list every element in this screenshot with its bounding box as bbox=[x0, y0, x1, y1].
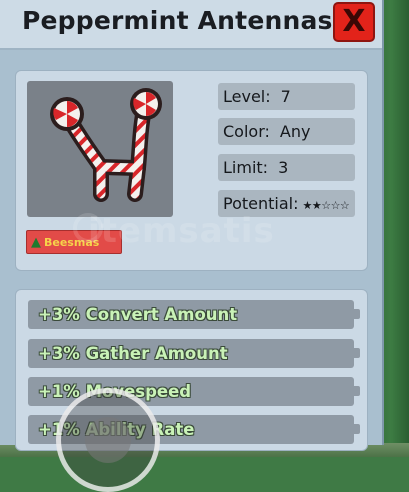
joystick-thumb[interactable] bbox=[85, 417, 131, 463]
stat-color-label: Color: bbox=[223, 122, 270, 141]
virtual-joystick[interactable] bbox=[56, 388, 160, 492]
stat-limit: Limit: 3 bbox=[218, 154, 355, 181]
close-button-label: X bbox=[342, 4, 366, 39]
stat-limit-label: Limit: bbox=[223, 158, 269, 177]
stat-color: Color: Any bbox=[218, 118, 355, 145]
stat-level: Level: 7 bbox=[218, 83, 355, 110]
item-title: Peppermint Antennas bbox=[22, 6, 333, 35]
ability-row: +3% Convert Amount bbox=[28, 300, 360, 329]
watermark: itemsatis bbox=[88, 211, 275, 251]
christmas-tree-icon: ▲ bbox=[31, 234, 41, 250]
stat-limit-value: 3 bbox=[278, 158, 289, 177]
peppermint-antennas-icon bbox=[50, 88, 162, 202]
stat-potential-stars: ★★☆☆☆ bbox=[302, 199, 350, 212]
stat-level-label: Level: bbox=[223, 87, 271, 106]
close-button[interactable]: X bbox=[333, 2, 375, 42]
stat-level-value: 7 bbox=[280, 87, 291, 106]
item-info-panel: Peppermint Antennas X Level: 7 Color: An… bbox=[0, 0, 384, 451]
ability-row: +3% Gather Amount bbox=[28, 339, 360, 368]
title-bar: Peppermint Antennas X bbox=[0, 0, 382, 50]
item-image-box bbox=[27, 81, 173, 217]
stat-color-value: Any bbox=[279, 122, 311, 141]
